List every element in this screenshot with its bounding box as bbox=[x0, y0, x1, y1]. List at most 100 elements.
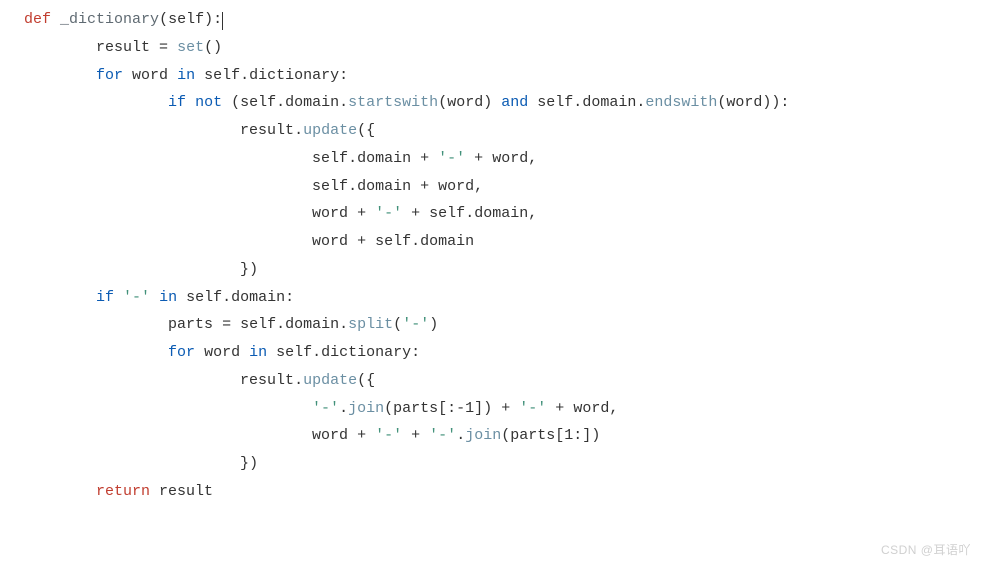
paren-close: ) bbox=[591, 427, 600, 444]
colon: : bbox=[447, 400, 456, 417]
dot: . bbox=[411, 233, 420, 250]
ident-domain: domain bbox=[582, 94, 636, 111]
paren-close: ) bbox=[483, 94, 492, 111]
dot: . bbox=[339, 94, 348, 111]
paren-open: ( bbox=[501, 427, 510, 444]
colon: : bbox=[411, 344, 420, 361]
op-plus: + bbox=[357, 233, 366, 250]
paren-close: ) bbox=[483, 400, 492, 417]
ident-self: self bbox=[312, 178, 348, 195]
brace-close: } bbox=[240, 455, 249, 472]
ident-word: word bbox=[573, 400, 609, 417]
dot: . bbox=[276, 94, 285, 111]
ident-dictionary: dictionary bbox=[321, 344, 411, 361]
ident-result: result bbox=[159, 483, 213, 500]
dot: . bbox=[240, 67, 249, 84]
string-dash: '-' bbox=[312, 400, 339, 417]
colon: : bbox=[285, 289, 294, 306]
ident-parts: parts bbox=[168, 316, 213, 333]
keyword-in: in bbox=[159, 289, 177, 306]
ident-self: self bbox=[312, 150, 348, 167]
keyword-in: in bbox=[177, 67, 195, 84]
keyword-for: for bbox=[96, 67, 123, 84]
keyword-and: and bbox=[501, 94, 528, 111]
call-join: join bbox=[465, 427, 501, 444]
keyword-if: if bbox=[96, 289, 114, 306]
paren-open: ( bbox=[357, 122, 366, 139]
text-cursor bbox=[222, 12, 223, 30]
colon: : bbox=[213, 11, 222, 28]
dot: . bbox=[573, 94, 582, 111]
ident-domain: domain bbox=[285, 316, 339, 333]
ident-domain: domain bbox=[474, 205, 528, 222]
num-neg1: -1 bbox=[456, 400, 474, 417]
ident-self: self bbox=[240, 316, 276, 333]
keyword-for: for bbox=[168, 344, 195, 361]
watermark: CSDN @耳语吖 bbox=[881, 539, 971, 561]
dot: . bbox=[339, 316, 348, 333]
op-plus: + bbox=[555, 400, 564, 417]
paren-open: ( bbox=[357, 372, 366, 389]
ident-word: word bbox=[492, 150, 528, 167]
brace-close: } bbox=[240, 261, 249, 278]
keyword-if: if bbox=[168, 94, 186, 111]
ident-word: word bbox=[726, 94, 762, 111]
dot: . bbox=[294, 372, 303, 389]
dot: . bbox=[348, 150, 357, 167]
op-plus: + bbox=[357, 205, 366, 222]
keyword-def: def bbox=[24, 11, 51, 28]
comma: , bbox=[528, 150, 537, 167]
ident-result: result bbox=[240, 372, 294, 389]
ident-word: word bbox=[312, 205, 348, 222]
call-update: update bbox=[303, 122, 357, 139]
bracket-open: [ bbox=[555, 427, 564, 444]
ident-domain: domain bbox=[231, 289, 285, 306]
ident-self: self bbox=[240, 94, 276, 111]
dot: . bbox=[348, 178, 357, 195]
colon: : bbox=[573, 427, 582, 444]
string-dash: '-' bbox=[375, 427, 402, 444]
op-plus: + bbox=[420, 150, 429, 167]
paren-close: ) bbox=[249, 261, 258, 278]
comma: , bbox=[474, 178, 483, 195]
call-split: split bbox=[348, 316, 393, 333]
call-join: join bbox=[348, 400, 384, 417]
paren-close: ) bbox=[213, 39, 222, 56]
op-plus: + bbox=[357, 427, 366, 444]
brace-open: { bbox=[366, 122, 375, 139]
ident-domain: domain bbox=[285, 94, 339, 111]
dot: . bbox=[294, 122, 303, 139]
op-plus: + bbox=[420, 178, 429, 195]
ident-word: word bbox=[132, 67, 168, 84]
ident-self: self bbox=[429, 205, 465, 222]
paren-open: ( bbox=[384, 400, 393, 417]
dot: . bbox=[465, 205, 474, 222]
param-self: self bbox=[168, 11, 204, 28]
dot: . bbox=[312, 344, 321, 361]
num-one: 1 bbox=[564, 427, 573, 444]
ident-self: self bbox=[204, 67, 240, 84]
call-endswith: endswith bbox=[645, 94, 717, 111]
dot: . bbox=[636, 94, 645, 111]
dot: . bbox=[339, 400, 348, 417]
ident-self: self bbox=[276, 344, 312, 361]
string-dash: '-' bbox=[519, 400, 546, 417]
ident-word: word bbox=[204, 344, 240, 361]
string-dash: '-' bbox=[429, 427, 456, 444]
ident-domain: domain bbox=[357, 150, 411, 167]
code-block: def _dictionary(self): result = set() fo… bbox=[0, 0, 985, 506]
string-dash: '-' bbox=[402, 316, 429, 333]
dot: . bbox=[222, 289, 231, 306]
op-assign: = bbox=[159, 39, 168, 56]
ident-dictionary: dictionary bbox=[249, 67, 339, 84]
colon: : bbox=[339, 67, 348, 84]
ident-word: word bbox=[447, 94, 483, 111]
paren-open: ( bbox=[231, 94, 240, 111]
brace-open: { bbox=[366, 372, 375, 389]
colon: : bbox=[780, 94, 789, 111]
ident-parts: parts bbox=[393, 400, 438, 417]
paren-open: ( bbox=[159, 11, 168, 28]
keyword-not: not bbox=[195, 94, 222, 111]
string-dash: '-' bbox=[123, 289, 150, 306]
ident-self: self bbox=[375, 233, 411, 250]
